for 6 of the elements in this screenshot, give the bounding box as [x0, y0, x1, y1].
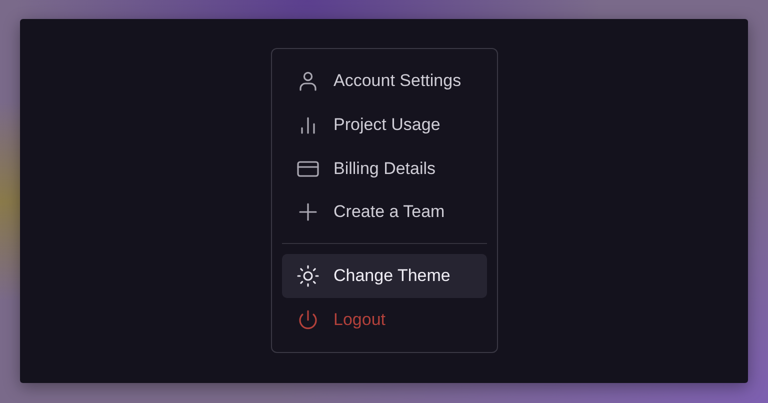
menu-item[interactable]: Billing Details — [282, 146, 486, 190]
menu-item[interactable]: Create a Team — [282, 190, 486, 234]
menu-item[interactable]: Change Theme — [282, 254, 486, 298]
menu-item[interactable]: Project Usage — [282, 102, 486, 147]
sun-icon — [296, 264, 320, 288]
menu-item[interactable]: Account Settings — [282, 59, 486, 103]
